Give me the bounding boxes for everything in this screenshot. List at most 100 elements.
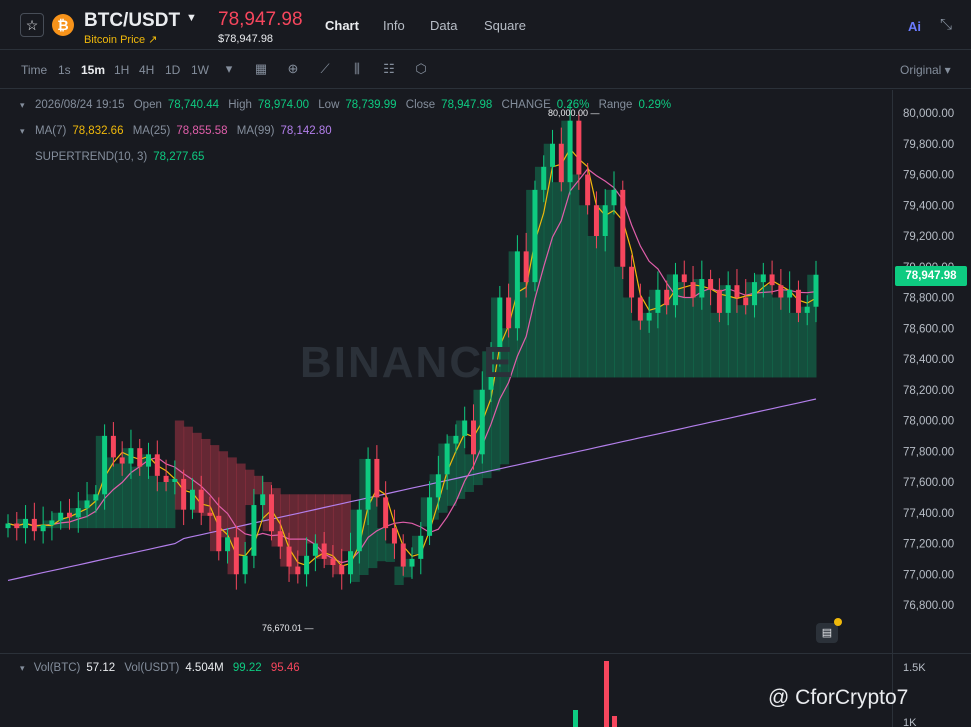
supertrend-up-band bbox=[780, 289, 791, 378]
add-indicator-icon[interactable]: ⊕ bbox=[284, 60, 302, 78]
candle-body bbox=[409, 558, 415, 567]
y-tick-label: 79,400.00 bbox=[903, 200, 954, 212]
candle-body bbox=[172, 478, 178, 482]
tf-1h[interactable]: 1H bbox=[114, 63, 129, 77]
tab-data[interactable]: Data bbox=[430, 18, 457, 33]
candle-body bbox=[49, 520, 55, 526]
candle-body bbox=[462, 420, 468, 436]
tf-1d[interactable]: 1D bbox=[165, 63, 180, 77]
notification-dot bbox=[834, 618, 842, 626]
tab-chart[interactable]: Chart bbox=[325, 18, 359, 33]
tf-1w[interactable]: 1W bbox=[191, 63, 209, 77]
candle-body bbox=[646, 312, 652, 321]
candle-body bbox=[418, 535, 424, 559]
candle-body bbox=[84, 500, 90, 509]
candle-body bbox=[268, 494, 274, 532]
candle-type-icon[interactable]: ⫼ bbox=[348, 60, 366, 78]
line-chart-icon[interactable]: ⟋ bbox=[316, 60, 334, 78]
candle-body bbox=[532, 189, 538, 283]
candle-body bbox=[31, 518, 37, 532]
y-tick-label: 77,600.00 bbox=[903, 477, 954, 489]
candle-body bbox=[602, 205, 608, 236]
calendar-icon[interactable]: ▦ bbox=[252, 60, 270, 78]
supertrend-up-band bbox=[657, 305, 668, 378]
y-tick-label: 79,600.00 bbox=[903, 170, 954, 182]
tf-4h[interactable]: 4H bbox=[139, 63, 154, 77]
candle-body bbox=[58, 512, 64, 521]
y-tick-label: 79,800.00 bbox=[903, 139, 954, 151]
ma-legend-toggle-icon[interactable]: ▾ bbox=[20, 126, 25, 137]
candle-body bbox=[567, 120, 573, 183]
candle-body bbox=[427, 497, 433, 536]
tf-15m[interactable]: 15m bbox=[81, 63, 105, 77]
y-tick-label: 80,000.00 bbox=[903, 108, 954, 120]
candle-body bbox=[181, 478, 187, 510]
chart-mode-select[interactable]: Original ▾ bbox=[900, 63, 951, 77]
candle-body bbox=[576, 120, 582, 175]
supertrend-up-band bbox=[772, 297, 782, 378]
candle-body bbox=[778, 285, 784, 298]
y-tick-label: 79,200.00 bbox=[903, 231, 954, 243]
candle-body bbox=[699, 279, 705, 298]
tab-info[interactable]: Info bbox=[383, 18, 405, 33]
binance-watermark: BINANCE bbox=[300, 338, 515, 387]
candle-body bbox=[330, 558, 336, 566]
volume-bar bbox=[612, 716, 617, 727]
favorite-star-icon[interactable]: ☆ bbox=[20, 13, 44, 37]
candle-body bbox=[585, 174, 591, 206]
candle-body bbox=[708, 279, 714, 290]
tf-time[interactable]: Time bbox=[21, 63, 47, 77]
supertrend-up-band bbox=[552, 182, 562, 378]
settings-hex-icon[interactable]: ⬡ bbox=[412, 60, 430, 78]
candle-body bbox=[629, 266, 635, 298]
candle-body bbox=[453, 435, 459, 444]
candle-body bbox=[514, 251, 520, 329]
y-tick-label: 78,800.00 bbox=[903, 293, 954, 305]
candle-body bbox=[550, 143, 556, 167]
supertrend-up-band bbox=[798, 306, 808, 378]
supertrend-up-band bbox=[710, 312, 720, 378]
y-tick-label: 78,000.00 bbox=[903, 416, 954, 428]
candle-body bbox=[312, 543, 318, 556]
symbol-title[interactable]: BTC/USDT bbox=[84, 10, 180, 32]
candle-body bbox=[146, 454, 152, 467]
ma-legend: MA(7) 78,832.66 MA(25) 78,855.58 MA(99) 78,… bbox=[35, 125, 332, 137]
candle-body bbox=[787, 289, 793, 298]
news-icon[interactable]: ▤ bbox=[816, 623, 838, 643]
candle-body bbox=[479, 389, 485, 455]
chevron-down-icon[interactable]: ▼ bbox=[186, 12, 197, 24]
candle-body bbox=[664, 289, 670, 306]
supertrend-up-band bbox=[614, 266, 624, 378]
collapse-icon[interactable]: ⤡ bbox=[940, 16, 952, 33]
y-tick-label: 78,600.00 bbox=[903, 323, 954, 335]
coin-subtitle-link[interactable]: Bitcoin Price ↗ bbox=[84, 33, 157, 46]
more-timeframes-icon[interactable]: ▾ bbox=[220, 60, 238, 78]
top-bar: ☆ ₿ BTC/USDT ▼ Bitcoin Price ↗ 78,947.98… bbox=[0, 0, 971, 50]
legend-toggle-icon[interactable]: ▾ bbox=[20, 100, 25, 111]
y-axis-separator bbox=[892, 90, 893, 727]
supertrend-up-band bbox=[684, 297, 694, 378]
author-watermark: @ CforCrypto7 bbox=[768, 686, 909, 709]
candle-body bbox=[304, 555, 310, 575]
supertrend-up-band bbox=[570, 174, 580, 378]
tab-square[interactable]: Square bbox=[484, 18, 526, 33]
candle-body bbox=[198, 489, 204, 513]
candle-body bbox=[365, 458, 371, 510]
supertrend-up-band bbox=[763, 285, 773, 378]
candle-body bbox=[374, 458, 380, 498]
candle-body bbox=[128, 448, 134, 464]
vol-tick-label: 1K bbox=[903, 717, 917, 727]
y-tick-label: 77,800.00 bbox=[903, 446, 954, 458]
candle-body bbox=[356, 509, 362, 552]
drawing-tools-icon[interactable]: ☷ bbox=[380, 60, 398, 78]
volume-bar bbox=[604, 661, 609, 727]
tf-1s[interactable]: 1s bbox=[58, 63, 71, 77]
candle-body bbox=[716, 289, 722, 313]
supertrend-up-band bbox=[157, 482, 167, 529]
candle-body bbox=[286, 546, 292, 567]
candle-body bbox=[163, 475, 169, 482]
ai-icon[interactable]: Ai bbox=[908, 19, 921, 34]
candle-body bbox=[470, 420, 476, 455]
candle-body bbox=[558, 143, 564, 183]
candle-body bbox=[672, 274, 678, 306]
